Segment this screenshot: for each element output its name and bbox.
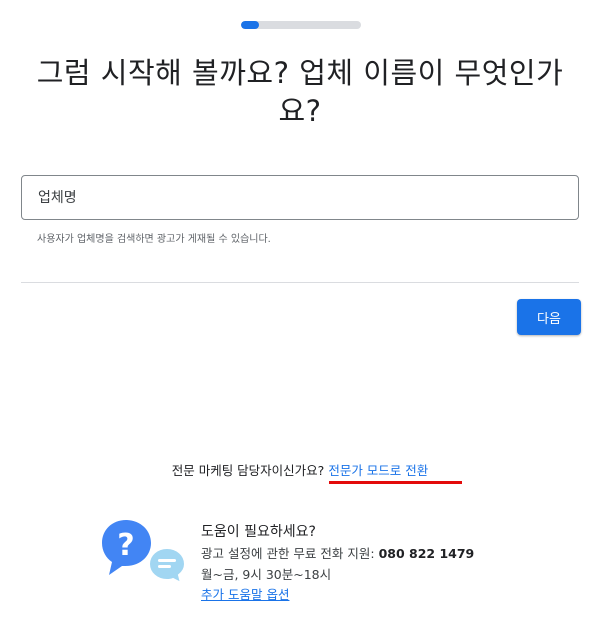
help-phone-label: 광고 설정에 관한 무료 전화 지원: — [201, 546, 375, 561]
business-name-helper-text: 사용자가 업체명을 검색하면 광고가 게재될 수 있습니다. — [37, 234, 271, 245]
expert-mode-row: 전문 마케팅 담당자이신가요? 전문가 모드로 전환 — [0, 460, 600, 479]
expert-mode-link[interactable]: 전문가 모드로 전환 — [328, 463, 428, 478]
help-title: 도움이 필요하세요? — [201, 524, 316, 540]
help-hours: 월~금, 9시 30분~18시 — [201, 567, 332, 582]
next-button[interactable]: 다음 — [517, 299, 581, 335]
progress-bar-fill — [241, 21, 259, 29]
expert-mode-highlight-underline — [329, 481, 462, 484]
svg-text:?: ? — [117, 528, 134, 563]
divider — [21, 282, 579, 283]
progress-bar — [241, 21, 361, 29]
expert-mode-prompt: 전문 마케팅 담당자이신가요? — [171, 463, 325, 478]
page-title: 그럼 시작해 볼까요? 업체 이름이 무엇인가요? — [36, 56, 564, 128]
help-chat-icon: ? — [102, 520, 186, 584]
business-name-field[interactable] — [21, 175, 579, 220]
business-name-input[interactable] — [22, 176, 578, 219]
more-help-options-link[interactable]: 추가 도움말 옵션 — [201, 584, 289, 603]
help-phone-number: 080 822 1479 — [378, 546, 475, 561]
help-phone-support: 광고 설정에 관한 무료 전화 지원: 080 822 1479 — [201, 543, 474, 562]
